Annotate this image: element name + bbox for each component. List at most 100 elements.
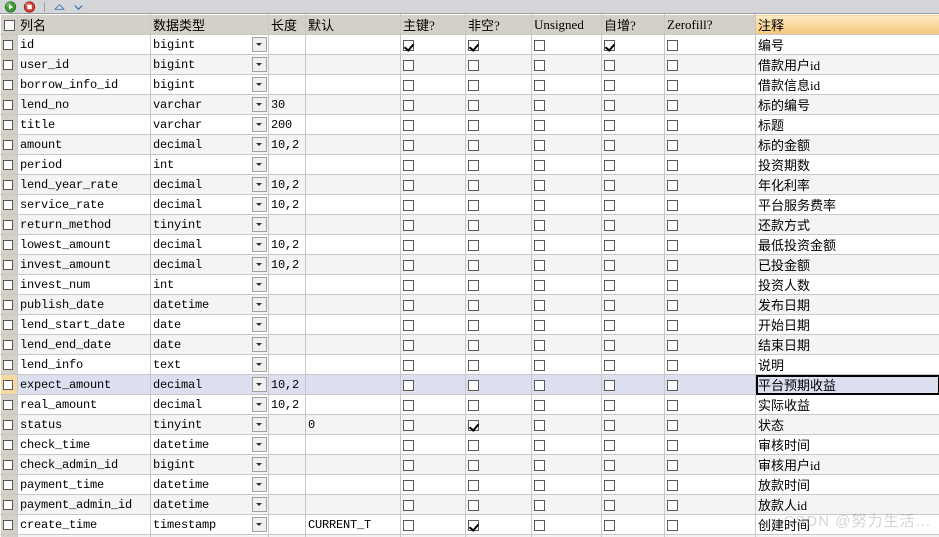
row-select-cell[interactable]	[0, 254, 18, 275]
cell-primary-key-checkbox[interactable]	[403, 459, 414, 471]
cell-zerofill[interactable]	[664, 94, 756, 115]
cell-column-name[interactable]: period	[17, 154, 151, 175]
row-select-checkbox[interactable]	[3, 300, 13, 311]
cell-data-type[interactable]: tinyint	[150, 214, 269, 235]
cell-zerofill-checkbox[interactable]	[667, 159, 678, 171]
cell-length[interactable]: 10,2	[268, 234, 306, 255]
cell-comment[interactable]: 开始日期	[755, 314, 939, 335]
cell-zerofill[interactable]	[664, 354, 756, 375]
cell-not-null-checkbox[interactable]	[468, 199, 479, 211]
cell-primary-key[interactable]	[400, 154, 466, 175]
red-stop-circle-icon[interactable]	[23, 0, 36, 13]
cell-column-name[interactable]: check_time	[17, 434, 151, 455]
cell-unsigned[interactable]	[531, 34, 602, 55]
cell-unsigned[interactable]	[531, 214, 602, 235]
cell-auto-increment-checkbox[interactable]	[604, 479, 615, 491]
cell-unsigned-checkbox[interactable]	[534, 239, 545, 251]
row-select-checkbox[interactable]	[3, 120, 13, 131]
cell-default[interactable]: CURRENT_T	[305, 514, 401, 535]
cell-unsigned[interactable]	[531, 394, 602, 415]
row-select-cell[interactable]	[0, 414, 18, 435]
row-select-checkbox[interactable]	[3, 500, 13, 511]
cell-unsigned-checkbox[interactable]	[534, 299, 545, 311]
cell-data-type[interactable]: decimal	[150, 174, 269, 195]
cell-auto-increment-checkbox[interactable]	[604, 79, 615, 91]
cell-unsigned-checkbox[interactable]	[534, 379, 545, 391]
cell-zerofill-checkbox[interactable]	[667, 259, 678, 271]
cell-data-type[interactable]: decimal	[150, 194, 269, 215]
cell-not-null-checkbox[interactable]	[468, 219, 479, 231]
data-type-dropdown-icon[interactable]	[252, 177, 267, 192]
cell-column-name[interactable]: invest_amount	[17, 254, 151, 275]
table-row[interactable]: period int 投资期数	[0, 154, 939, 175]
cell-length[interactable]: 10,2	[268, 134, 306, 155]
cell-primary-key[interactable]	[400, 214, 466, 235]
cell-unsigned[interactable]	[531, 234, 602, 255]
cell-default[interactable]	[305, 154, 401, 175]
cell-default[interactable]	[305, 134, 401, 155]
cell-length[interactable]: 10,2	[268, 194, 306, 215]
data-type-dropdown-icon[interactable]	[252, 477, 267, 492]
cell-not-null[interactable]	[465, 54, 532, 75]
cell-unsigned[interactable]	[531, 194, 602, 215]
cell-unsigned-checkbox[interactable]	[534, 439, 545, 451]
data-type-dropdown-icon[interactable]	[252, 137, 267, 152]
cell-length[interactable]	[268, 154, 306, 175]
cell-default[interactable]	[305, 354, 401, 375]
cell-unsigned[interactable]	[531, 254, 602, 275]
cell-default[interactable]	[305, 194, 401, 215]
header-default[interactable]: 默认	[305, 14, 401, 35]
cell-zerofill-checkbox[interactable]	[667, 519, 678, 531]
cell-not-null[interactable]	[465, 514, 532, 535]
cell-zerofill-checkbox[interactable]	[667, 219, 678, 231]
cell-auto-increment[interactable]	[601, 274, 665, 295]
cell-default[interactable]	[305, 254, 401, 275]
cell-not-null[interactable]	[465, 434, 532, 455]
table-row[interactable]: invest_amount decimal 10,2 已投金额	[0, 254, 939, 275]
cell-zerofill-checkbox[interactable]	[667, 379, 678, 391]
cell-not-null-checkbox[interactable]	[468, 499, 479, 511]
cell-unsigned-checkbox[interactable]	[534, 159, 545, 171]
cell-unsigned[interactable]	[531, 334, 602, 355]
cell-unsigned-checkbox[interactable]	[534, 179, 545, 191]
cell-primary-key[interactable]	[400, 414, 466, 435]
cell-default[interactable]	[305, 334, 401, 355]
cell-unsigned[interactable]	[531, 54, 602, 75]
data-type-dropdown-icon[interactable]	[252, 157, 267, 172]
row-select-cell[interactable]	[0, 474, 18, 495]
cell-auto-increment-checkbox[interactable]	[604, 179, 615, 191]
row-select-cell[interactable]	[0, 94, 18, 115]
cell-unsigned-checkbox[interactable]	[534, 419, 545, 431]
cell-data-type[interactable]: varchar	[150, 114, 269, 135]
cell-unsigned-checkbox[interactable]	[534, 119, 545, 131]
row-select-checkbox[interactable]	[3, 40, 13, 51]
row-select-checkbox[interactable]	[3, 520, 13, 531]
table-row[interactable]: check_time datetime 审核时间	[0, 434, 939, 455]
data-type-dropdown-icon[interactable]	[252, 437, 267, 452]
cell-column-name[interactable]: lend_year_rate	[17, 174, 151, 195]
cell-zerofill[interactable]	[664, 234, 756, 255]
header-column-name[interactable]: 列名	[17, 14, 151, 35]
cell-primary-key[interactable]	[400, 394, 466, 415]
table-row[interactable]: real_amount decimal 10,2 实际收益	[0, 394, 939, 415]
table-row[interactable]: create_time timestamp CURRENT_T 创建时间	[0, 514, 939, 535]
row-select-cell[interactable]	[0, 314, 18, 335]
cell-primary-key[interactable]	[400, 74, 466, 95]
cell-length[interactable]: 30	[268, 94, 306, 115]
cell-not-null-checkbox[interactable]	[468, 319, 479, 331]
cell-data-type[interactable]: varchar	[150, 94, 269, 115]
cell-primary-key-checkbox[interactable]	[403, 339, 414, 351]
cell-length[interactable]	[268, 354, 306, 375]
cell-auto-increment-checkbox[interactable]	[604, 99, 615, 111]
cell-not-null-checkbox[interactable]	[468, 179, 479, 191]
cell-unsigned-checkbox[interactable]	[534, 199, 545, 211]
cell-column-name[interactable]: lend_info	[17, 354, 151, 375]
cell-comment[interactable]: 平台服务费率	[755, 194, 939, 215]
data-type-dropdown-icon[interactable]	[252, 417, 267, 432]
cell-zerofill[interactable]	[664, 34, 756, 55]
cell-auto-increment[interactable]	[601, 154, 665, 175]
cell-unsigned-checkbox[interactable]	[534, 459, 545, 471]
cell-not-null-checkbox[interactable]	[468, 419, 479, 431]
cell-length[interactable]	[268, 214, 306, 235]
cell-zerofill[interactable]	[664, 114, 756, 135]
